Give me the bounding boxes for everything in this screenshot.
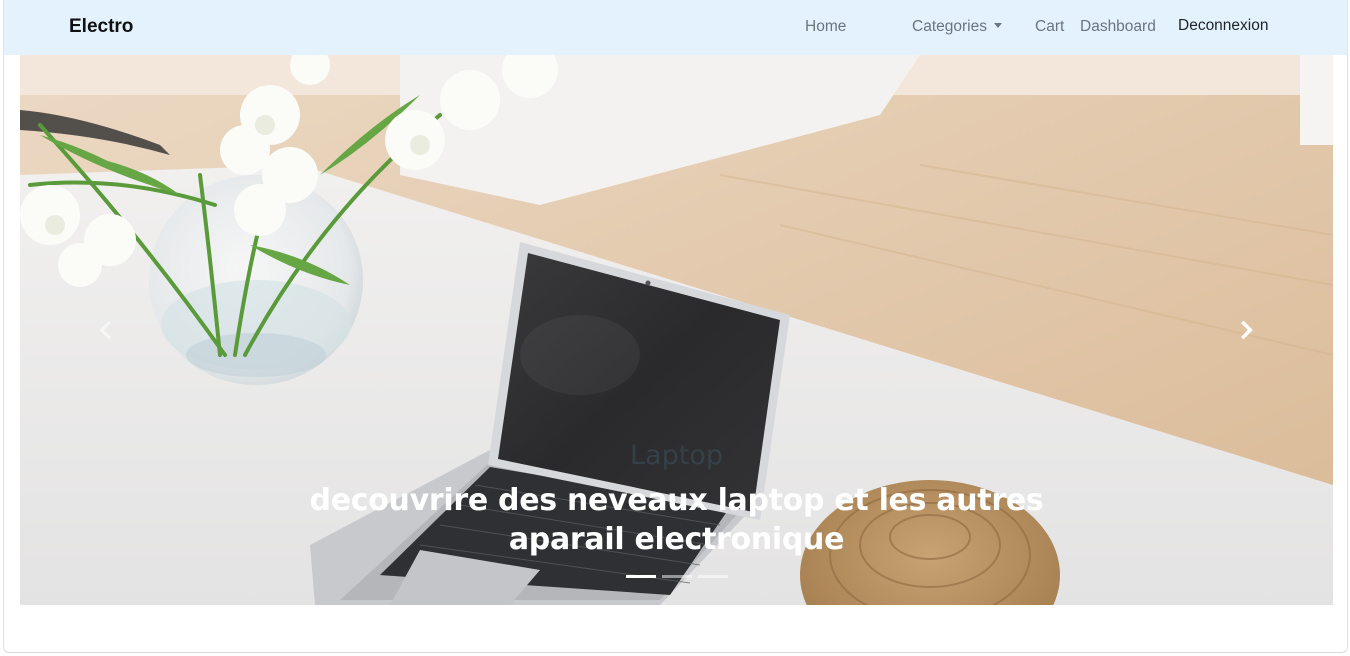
nav-home-link[interactable]: Home xyxy=(805,18,846,36)
nav-logout-link[interactable]: Deconnexion xyxy=(1178,17,1268,35)
page: Electro Home Categories Cart Dashboard D… xyxy=(3,0,1348,653)
navbar: Electro Home Categories Cart Dashboard D… xyxy=(4,0,1347,55)
chevron-left-icon xyxy=(99,320,111,340)
nav-dashboard-link[interactable]: Dashboard xyxy=(1080,18,1156,36)
carousel-prev-button[interactable] xyxy=(86,310,126,350)
caret-down-icon xyxy=(993,23,1002,28)
nav-cart-link[interactable]: Cart xyxy=(1035,18,1064,36)
carousel-indicators xyxy=(626,575,728,578)
caption-title: Laptop xyxy=(630,440,723,471)
carousel-indicator-2[interactable] xyxy=(662,575,692,578)
chevron-right-icon xyxy=(1241,320,1253,340)
brand-logo[interactable]: Electro xyxy=(69,16,133,38)
caption-text: decouvrire des neveaux laptop et les aut… xyxy=(309,483,1044,557)
carousel-indicator-1[interactable] xyxy=(626,575,656,578)
nav-categories-dropdown[interactable]: Categories xyxy=(912,18,1002,36)
carousel-indicator-3[interactable] xyxy=(698,575,728,578)
hero-carousel: Laptop decouvrire des neveaux laptop et … xyxy=(20,55,1333,605)
nav-categories-label: Categories xyxy=(912,18,987,35)
carousel-next-button[interactable] xyxy=(1226,310,1266,350)
